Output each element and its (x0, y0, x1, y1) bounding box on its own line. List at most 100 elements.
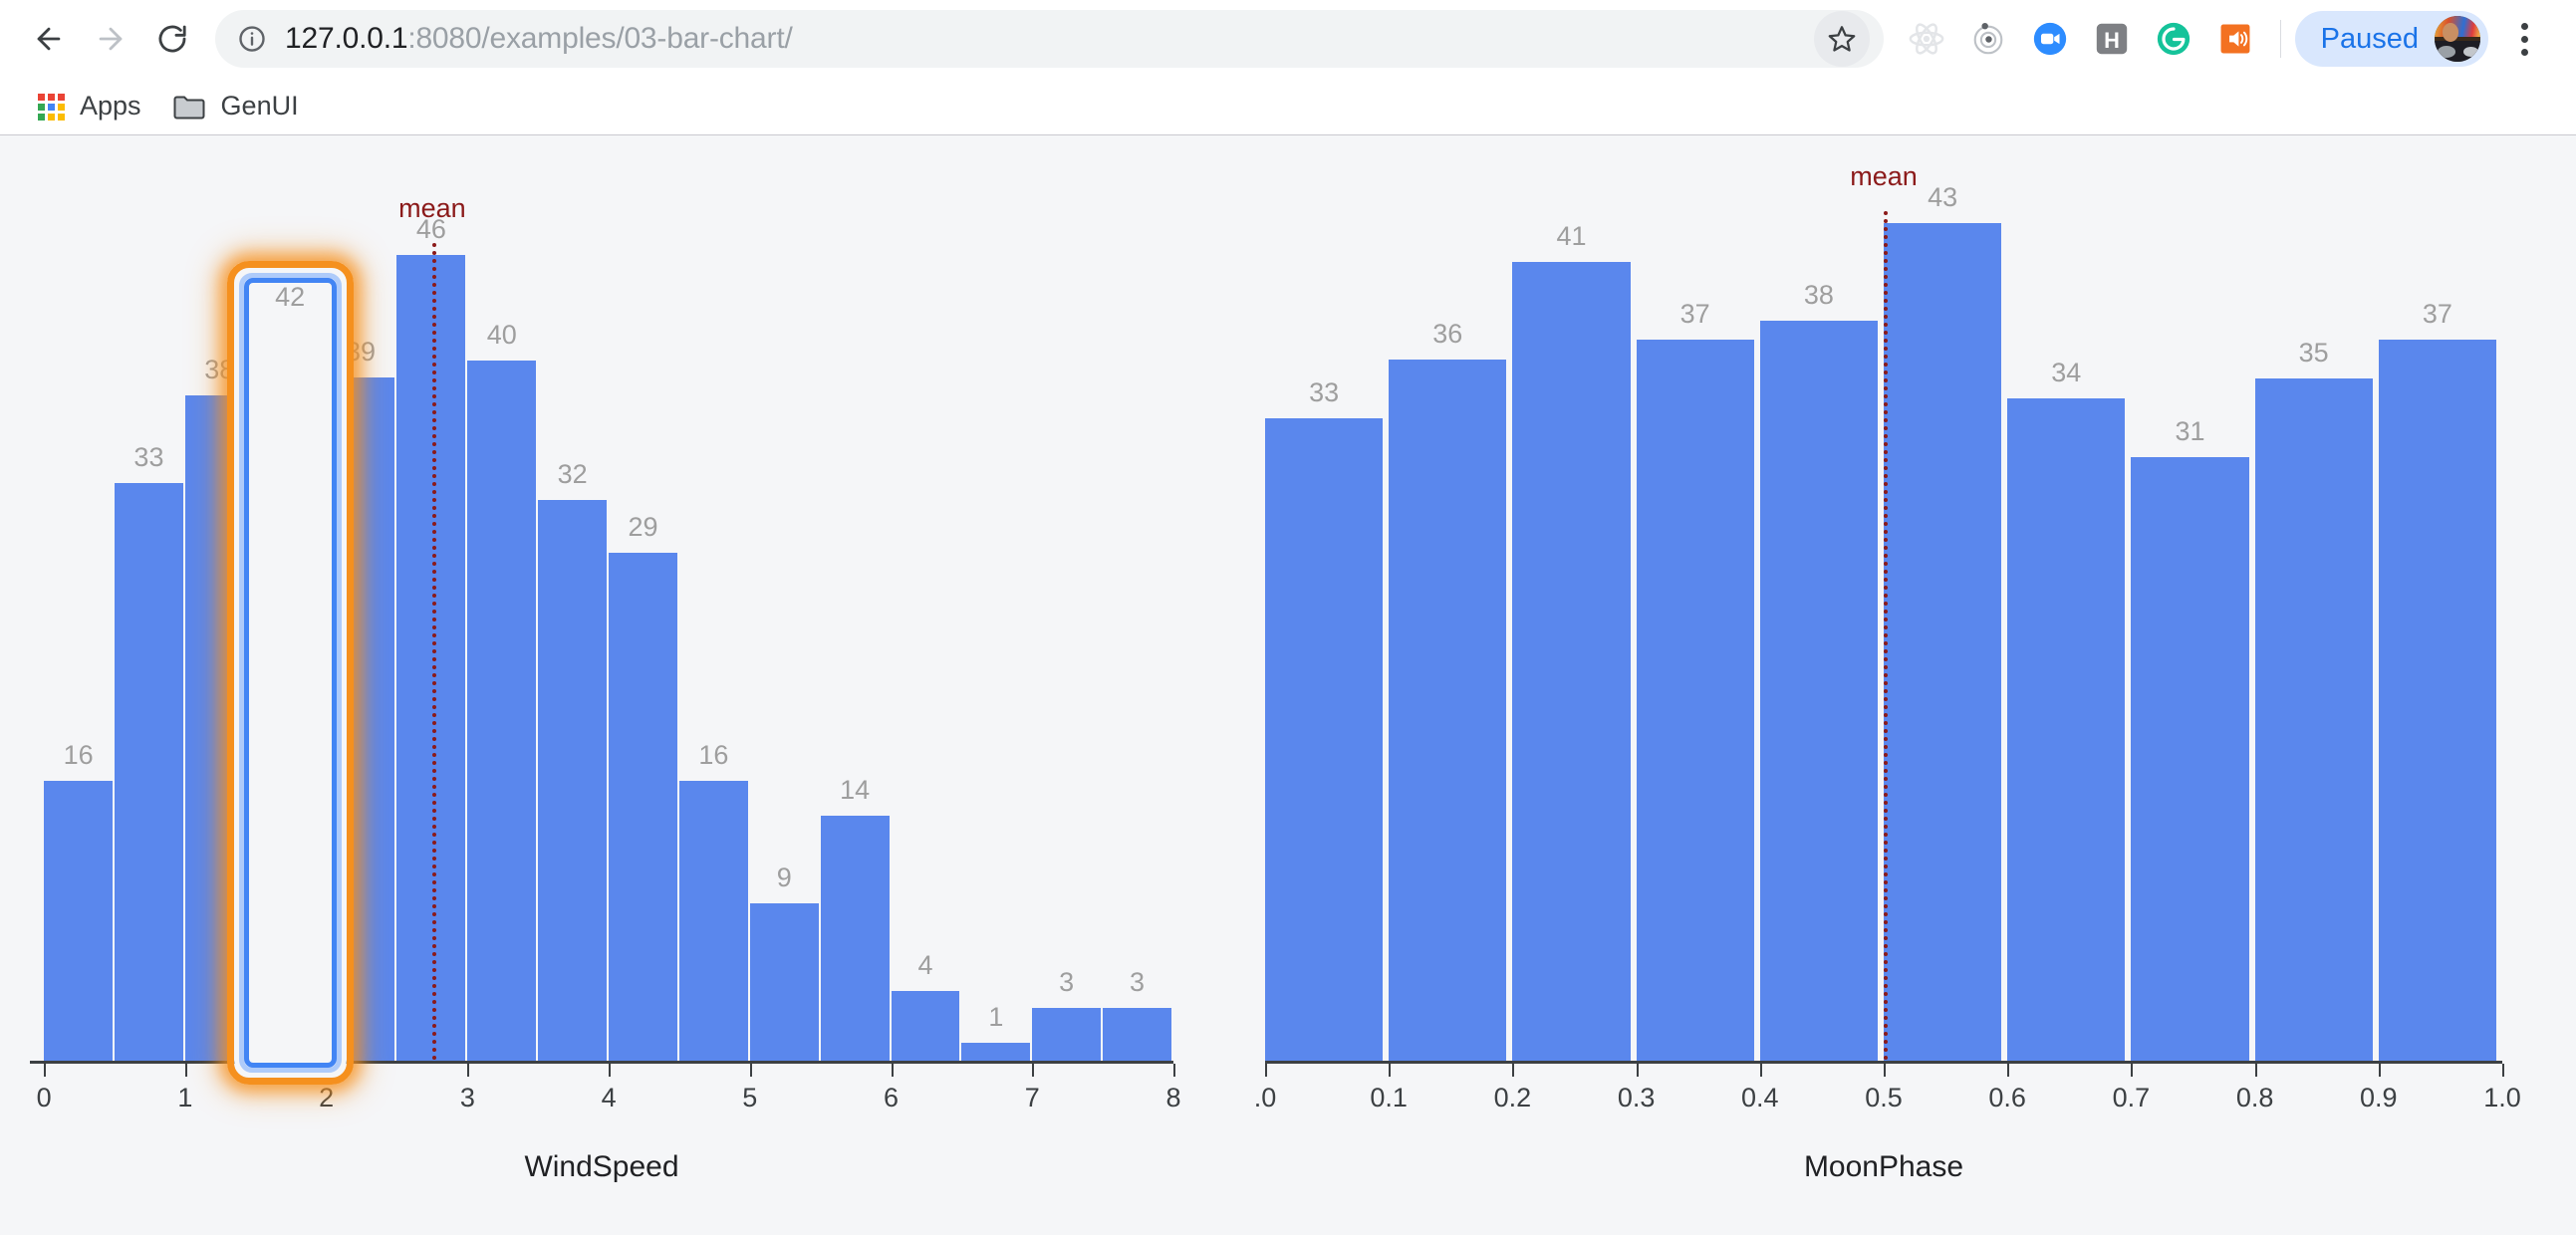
bars-layer: 163338423946403229169144133 (0, 135, 1205, 1235)
bar[interactable] (467, 361, 536, 1061)
bar-slot[interactable]: 37 (2379, 135, 2496, 1061)
bar[interactable] (538, 500, 607, 1061)
arrow-right-icon (94, 22, 128, 56)
bar-value-label: 33 (133, 444, 163, 471)
react-devtools-icon[interactable] (1896, 8, 1957, 70)
user-avatar[interactable] (2435, 16, 2480, 62)
url-text[interactable]: 127.0.0.1:8080/examples/03-bar-chart/ (285, 10, 1814, 68)
x-axis-tick (1032, 1064, 1034, 1077)
folder-icon (173, 94, 205, 120)
x-axis-tick (892, 1064, 894, 1077)
h-extension-icon[interactable]: H (2081, 8, 2143, 70)
bar-slot[interactable]: 40 (467, 135, 536, 1061)
bar[interactable] (1103, 1008, 1171, 1061)
bar-slot[interactable]: 43 (1884, 135, 2001, 1061)
forward-button[interactable] (80, 8, 141, 70)
bar[interactable] (961, 1043, 1030, 1061)
bar[interactable] (1265, 418, 1383, 1061)
bar-slot[interactable]: 33 (115, 135, 183, 1061)
bar-slot[interactable]: 33 (1265, 135, 1383, 1061)
bar-slot[interactable]: 3 (1103, 135, 1171, 1061)
bar-value-label: 4 (917, 952, 932, 979)
bookmark-apps[interactable]: Apps (22, 83, 157, 129)
x-axis-tick-label: .0 (1254, 1085, 1277, 1112)
bar-slot[interactable]: 36 (1389, 135, 1506, 1061)
x-axis-tick-label: 0.9 (2360, 1085, 2398, 1112)
bar-slot[interactable]: 31 (2131, 135, 2248, 1061)
bar-slot[interactable]: 41 (1512, 135, 1630, 1061)
plot-area-windspeed: 163338423946403229169144133mean012345678… (0, 135, 1205, 1235)
svg-text:H: H (2104, 28, 2120, 53)
x-axis-tick (2502, 1064, 2504, 1077)
bar-value-label: 40 (487, 322, 517, 349)
bar[interactable] (1032, 1008, 1101, 1061)
address-bar[interactable]: 127.0.0.1:8080/examples/03-bar-chart/ (215, 10, 1884, 68)
x-axis-tick-label: 1.0 (2483, 1085, 2521, 1112)
grammarly-icon[interactable] (2143, 8, 2204, 70)
bar[interactable] (1760, 321, 1878, 1061)
bar-value-label: 39 (346, 339, 376, 366)
bar[interactable] (679, 781, 748, 1061)
bar[interactable] (609, 553, 677, 1061)
audio-speaker-icon[interactable] (2204, 8, 2266, 70)
bar[interactable] (750, 903, 819, 1061)
bar-slot[interactable]: 1 (961, 135, 1030, 1061)
bar-value-label: 35 (2299, 340, 2329, 367)
apps-grid-icon (38, 94, 64, 120)
mean-label: mean (1850, 163, 1918, 190)
bar[interactable] (2379, 340, 2496, 1061)
bar-slot[interactable]: 34 (2007, 135, 2125, 1061)
bar-value-label: 38 (1804, 282, 1834, 309)
bar[interactable] (115, 483, 183, 1061)
back-button[interactable] (18, 8, 80, 70)
orbit-icon[interactable] (1957, 8, 2019, 70)
reload-button[interactable] (141, 8, 203, 70)
bar-slot[interactable]: 46 (396, 135, 465, 1061)
info-circle-icon[interactable] (237, 24, 267, 54)
bar-slot[interactable]: 4 (892, 135, 960, 1061)
x-axis-tick (1884, 1064, 1886, 1077)
bookmarks-bar: Apps GenUI (0, 78, 2576, 134)
bar[interactable] (892, 991, 960, 1061)
bar-slot[interactable]: 37 (1637, 135, 1754, 1061)
bar-value-label: 9 (777, 864, 792, 891)
bar[interactable] (44, 781, 113, 1061)
profile-status-pill[interactable]: Paused (2295, 11, 2488, 67)
arrow-left-icon (32, 22, 66, 56)
chart-windspeed: 163338423946403229169144133mean012345678… (0, 135, 1205, 1235)
x-axis-tick (1760, 1064, 1762, 1077)
bookmark-genui[interactable]: GenUI (157, 83, 315, 129)
bar-slot[interactable]: 38 (1760, 135, 1878, 1061)
bar-slot[interactable]: 32 (538, 135, 607, 1061)
x-axis-tick (2007, 1064, 2009, 1077)
bar[interactable] (396, 255, 465, 1061)
bar[interactable] (1884, 223, 2001, 1061)
x-axis-tick-label: 3 (460, 1085, 475, 1112)
bar-slot[interactable]: 16 (679, 135, 748, 1061)
bar-slot[interactable]: 9 (750, 135, 819, 1061)
x-axis-tick-label: 0.1 (1370, 1085, 1408, 1112)
three-dot-menu-icon[interactable] (2494, 8, 2554, 70)
bookmark-apps-label: Apps (80, 91, 141, 122)
bar-slot[interactable]: 35 (2255, 135, 2373, 1061)
star-icon[interactable] (1814, 11, 1870, 67)
bar[interactable] (821, 816, 890, 1061)
bar[interactable] (2131, 457, 2248, 1061)
bar-value-label: 41 (1556, 223, 1586, 250)
bar[interactable] (1512, 262, 1630, 1061)
extensions-bar: H Paused (1890, 8, 2554, 70)
x-axis-tick-label: 5 (742, 1085, 757, 1112)
bar-slot[interactable]: 16 (44, 135, 113, 1061)
bar-value-label: 14 (840, 777, 870, 804)
zoom-icon[interactable] (2019, 8, 2081, 70)
bar[interactable] (2255, 378, 2373, 1061)
bar[interactable] (1389, 360, 1506, 1061)
x-axis-line (30, 1061, 1173, 1064)
bar-slot[interactable]: 3 (1032, 135, 1101, 1061)
bar-slot[interactable]: 14 (821, 135, 890, 1061)
bar[interactable] (2007, 398, 2125, 1061)
bar-slot[interactable]: 29 (609, 135, 677, 1061)
x-axis-tick (1389, 1064, 1391, 1077)
bar[interactable] (1637, 340, 1754, 1061)
x-axis-tick (2255, 1064, 2257, 1077)
